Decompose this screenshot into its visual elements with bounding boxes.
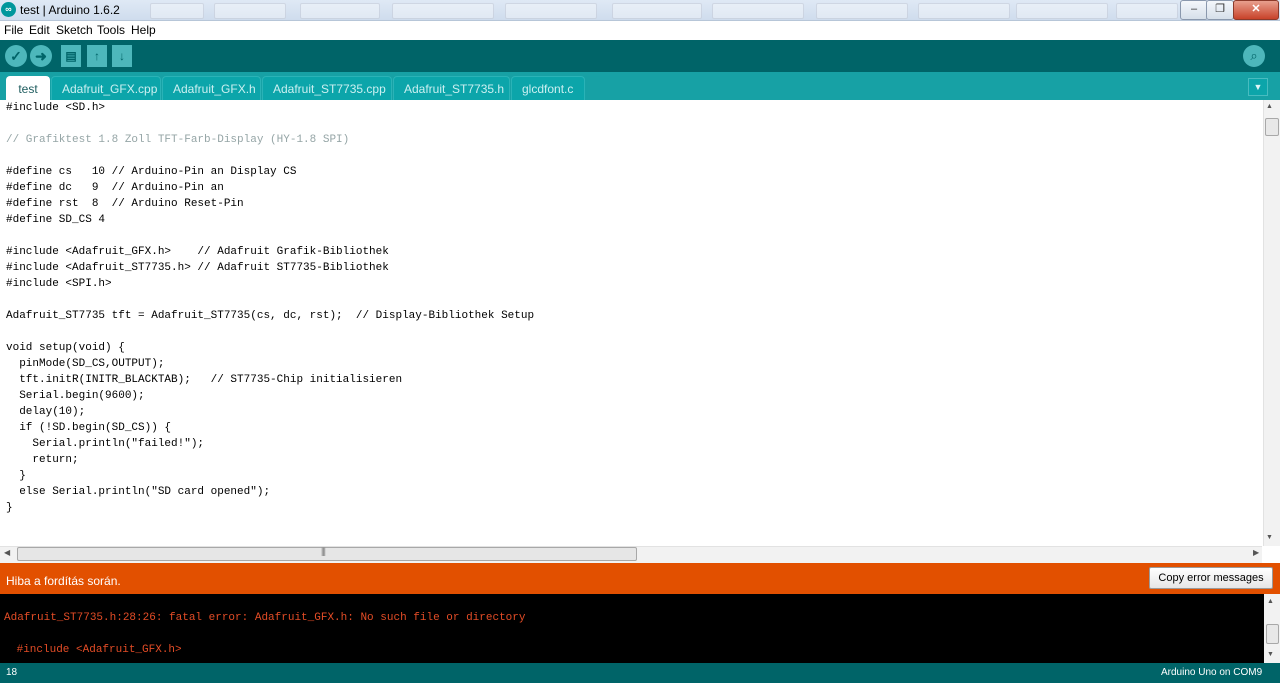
background-taskbar-item (612, 3, 702, 19)
code-line: Serial.println("failed!"); (6, 438, 205, 450)
status-bar (0, 663, 1280, 683)
code-line: // Grafiktest 1.8 Zoll TFT-Farb-Display … (6, 134, 350, 146)
code-line: return; (6, 454, 79, 466)
code-line: #define cs 10 // Arduino-Pin an Display … (6, 166, 297, 178)
menu-tools[interactable]: Tools (97, 23, 125, 37)
background-taskbar-item (300, 3, 380, 19)
menu-edit[interactable]: Edit (29, 23, 50, 37)
serial-monitor-button[interactable]: ⌕ (1243, 45, 1265, 67)
menu-file[interactable]: File (4, 23, 23, 37)
code-line: } (6, 502, 13, 514)
tab-adafruit-st7735-h[interactable]: Adafruit_ST7735.h (393, 76, 510, 100)
console-scroll-thumb[interactable] (1266, 624, 1279, 644)
console-output[interactable] (0, 594, 1264, 663)
scroll-left-arrow-icon[interactable]: ◀ (4, 548, 10, 557)
background-taskbar-item (505, 3, 597, 19)
background-taskbar-item (816, 3, 908, 19)
tab-bar: test Adafruit_GFX.cpp Adafruit_GFX.h Ada… (0, 72, 1280, 100)
editor-vertical-scrollbar[interactable] (1263, 100, 1280, 546)
upload-button[interactable]: ➜ (30, 45, 52, 67)
code-line: #include <SPI.h> (6, 278, 112, 290)
background-taskbar-item (214, 3, 286, 19)
code-line: #include <Adafruit_ST7735.h> // Adafruit… (6, 262, 389, 274)
toolbar (0, 40, 1280, 72)
verify-button[interactable]: ✓ (5, 45, 27, 67)
editor-horizontal-scroll-thumb[interactable] (17, 547, 637, 561)
code-line: pinMode(SD_CS,OUTPUT); (6, 358, 165, 370)
arduino-logo-icon: ∞ (1, 2, 16, 17)
console-line: Adafruit_ST7735.h:28:26: fatal error: Ad… (4, 612, 526, 624)
code-line: } (6, 470, 26, 482)
console-line: #include <Adafruit_GFX.h> (10, 644, 182, 656)
minimize-button[interactable]: ‒ (1180, 0, 1208, 20)
background-taskbar-item (712, 3, 804, 19)
scroll-up-arrow-icon[interactable]: ▲ (1266, 103, 1273, 110)
editor-vertical-scroll-thumb[interactable] (1265, 118, 1279, 136)
tab-glcdfont-c[interactable]: glcdfont.c (511, 76, 585, 100)
menu-sketch[interactable]: Sketch (56, 23, 93, 37)
open-sketch-button[interactable]: ↑ (87, 45, 107, 67)
code-line: if (!SD.begin(SD_CS)) { (6, 422, 172, 434)
tab-adafruit-st7735-cpp[interactable]: Adafruit_ST7735.cpp (262, 76, 392, 100)
code-editor[interactable]: #include <SD.h> // Grafiktest 1.8 Zoll T… (0, 100, 1262, 546)
background-taskbar-item (1016, 3, 1108, 19)
menu-help[interactable]: Help (131, 23, 156, 37)
tab-test[interactable]: test (6, 76, 50, 100)
menu-bar (0, 21, 1280, 41)
code-line: Adafruit_ST7735 tft = Adafruit_ST7735(cs… (6, 310, 535, 322)
error-message: Hiba a fordítás során. (6, 574, 121, 588)
scroll-up-arrow-icon[interactable]: ▲ (1267, 598, 1274, 605)
scroll-grip-icon: ||| (321, 546, 326, 556)
tab-adafruit-gfx-h[interactable]: Adafruit_GFX.h (162, 76, 261, 100)
background-taskbar-item (392, 3, 494, 19)
code-line: #define dc 9 // Arduino-Pin an (6, 182, 224, 194)
code-line: else Serial.println("SD card opened"); (6, 486, 271, 498)
scroll-down-arrow-icon[interactable]: ▼ (1267, 651, 1274, 658)
background-taskbar-item (1116, 3, 1178, 19)
code-line: #include <SD.h> (6, 102, 106, 114)
background-taskbar-item (150, 3, 204, 19)
scroll-down-arrow-icon[interactable]: ▼ (1266, 534, 1273, 541)
window-title: test | Arduino 1.6.2 (20, 3, 120, 17)
new-sketch-button[interactable]: ▤ (61, 45, 81, 67)
maximize-button[interactable]: ❐ (1206, 0, 1234, 20)
copy-error-messages-button[interactable]: Copy error messages (1149, 567, 1273, 589)
tab-adafruit-gfx-cpp[interactable]: Adafruit_GFX.cpp (51, 76, 161, 100)
code-line: delay(10); (6, 406, 86, 418)
code-line: #include <Adafruit_GFX.h> // Adafruit Gr… (6, 246, 389, 258)
background-taskbar-item (918, 3, 1010, 19)
board-port-info: Arduino Uno on COM9 (1161, 667, 1263, 678)
error-status-bar (0, 563, 1280, 594)
code-line: tft.initR(INITR_BLACKTAB); // ST7735-Chi… (6, 374, 403, 386)
scroll-right-arrow-icon[interactable]: ▶ (1253, 548, 1259, 557)
code-text[interactable]: #include <SD.h> // Grafiktest 1.8 Zoll T… (6, 100, 534, 516)
code-line: #define SD_CS 4 (6, 214, 106, 226)
code-line: Serial.begin(9600); (6, 390, 145, 402)
line-number: 18 (6, 667, 18, 678)
tab-menu-button[interactable]: ▼ (1248, 78, 1268, 96)
code-line: #define rst 8 // Arduino Reset-Pin (6, 198, 244, 210)
save-sketch-button[interactable]: ↓ (112, 45, 132, 67)
code-line: void setup(void) { (6, 342, 125, 354)
close-button[interactable]: ✕ (1233, 0, 1279, 20)
